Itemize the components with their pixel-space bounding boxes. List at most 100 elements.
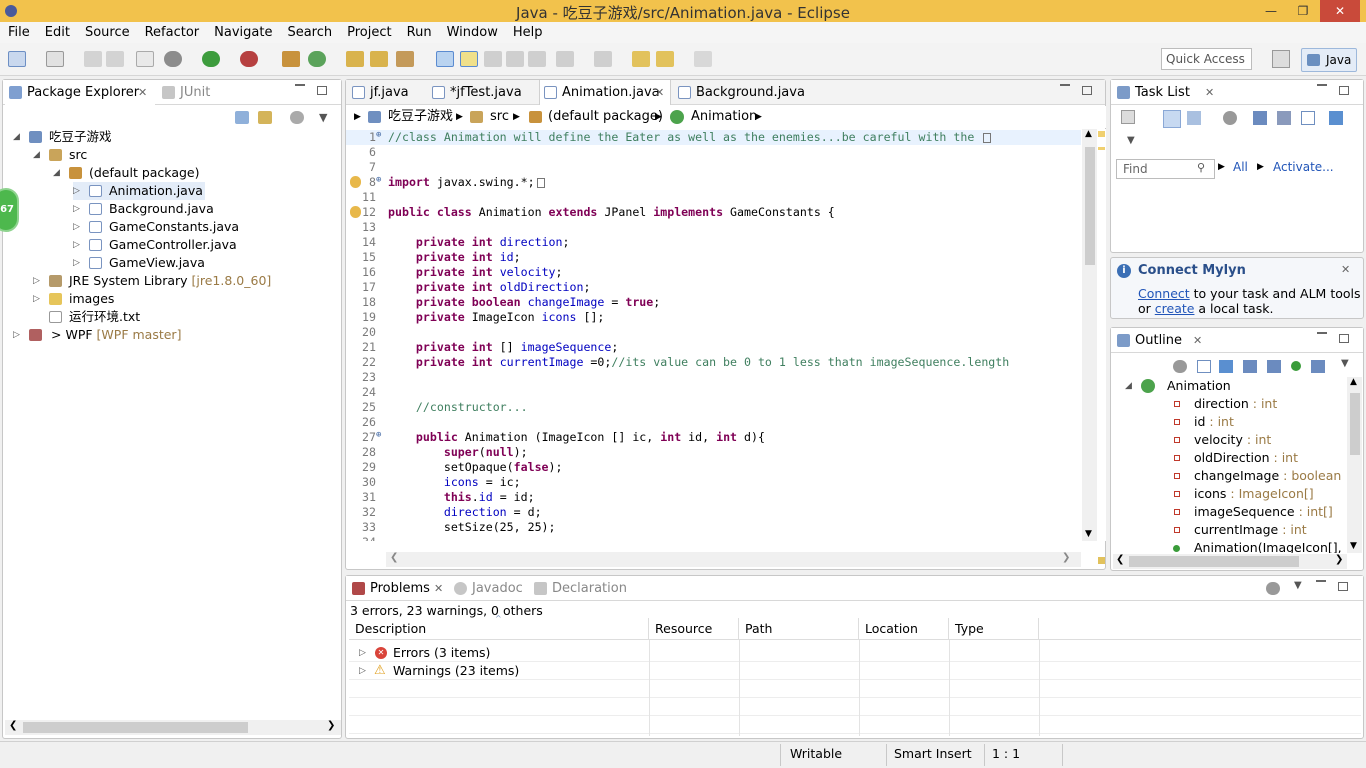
view-menu-icon[interactable]: ▼ [1127,135,1135,146]
status-insert-mode[interactable]: Smart Insert [894,746,972,761]
menu-navigate[interactable]: Navigate [214,22,272,43]
vertical-scrollbar[interactable]: ▲ ▼ [1082,129,1097,541]
external-tools-icon[interactable] [240,51,258,67]
focus-icon[interactable] [1266,582,1280,595]
overview-ruler[interactable] [1097,129,1106,564]
code-line[interactable]: 13 [346,220,1081,235]
scroll-down-icon[interactable]: ▼ [1085,529,1092,539]
java-perspective-button[interactable]: Java [1301,48,1357,72]
tab-task-list[interactable]: Task List ✕ [1113,80,1219,105]
scroll-up-icon[interactable]: ▲ [1085,129,1092,139]
outline-field-item[interactable]: direction : int [1169,395,1277,413]
fold-toggle-icon[interactable]: ⊕ [376,175,381,185]
tab-jftest-java[interactable]: *jfTest.java [428,80,522,105]
code-line[interactable]: 18 private boolean changeImage = true; [346,295,1081,310]
code-line[interactable]: 26 [346,415,1081,430]
menu-window[interactable]: Window [447,22,498,43]
focus-icon[interactable] [1173,360,1187,373]
all-link[interactable]: All [1233,160,1248,174]
code-line[interactable]: 8 import javax.swing.*; ⊕ [346,175,1081,190]
code-line[interactable]: 16 private int velocity; [346,265,1081,280]
tree-item-jre[interactable]: ▷ JRE System Library [jre1.8.0_60] [33,272,271,290]
code-line[interactable]: 31 this.id = id; [346,490,1081,505]
breadcrumb-class[interactable]: Animation [691,106,757,128]
menu-source[interactable]: Source [85,22,130,43]
scroll-left-icon[interactable]: ❮ [9,720,17,731]
last-edit-location-icon[interactable] [632,51,650,67]
code-line[interactable]: 22 private int currentImage =0;//its val… [346,355,1081,370]
tab-background-java[interactable]: Background.java [674,80,805,105]
code-line[interactable]: 1 //class Animation will define the Eater… [346,130,1081,145]
back-icon[interactable] [656,51,674,67]
hide-local-types-icon[interactable] [1311,360,1325,373]
code-line[interactable]: 17 private int oldDirection; [346,280,1081,295]
focus-on-active-task-icon[interactable] [290,111,304,124]
outline-field-item[interactable]: changeImage : boolean [1169,467,1341,485]
code-line[interactable]: 27 public Animation (ImageIcon [] ic, in… [346,430,1081,445]
warning-icon[interactable] [350,206,361,218]
view-menu-icon[interactable]: ▼ [1294,580,1302,591]
outline-horizontal-scrollbar[interactable]: ❮ ❯ [1113,554,1347,569]
menu-run[interactable]: Run [407,22,432,43]
maximize-icon[interactable] [1339,334,1349,343]
collapse-all-icon[interactable] [235,111,249,124]
scroll-left-icon[interactable]: ❮ [1116,554,1124,565]
toggle-mark-occurrences-icon[interactable] [436,51,454,67]
minimize-icon[interactable] [1317,84,1327,86]
code-line[interactable]: 28 super(null); [346,445,1081,460]
scrollbar-thumb[interactable] [1085,147,1095,265]
connect-link[interactable]: Connect [1138,286,1190,301]
code-line[interactable]: 30 icons = ic; [346,475,1081,490]
tree-item-file[interactable]: ▷ GameConstants.java [73,218,239,236]
code-line[interactable]: 32 direction = d; [346,505,1081,520]
code-line[interactable]: 23 [346,370,1081,385]
code-line[interactable]: 14 private int direction; [346,235,1081,250]
minimize-icon[interactable] [1316,580,1326,582]
focus-icon[interactable] [1223,111,1237,125]
tab-declaration[interactable]: Declaration [530,576,627,601]
close-icon[interactable]: ✕ [434,576,443,601]
folded-code-icon[interactable] [536,177,545,188]
collapse-all-icon[interactable] [1301,111,1315,125]
tree-item-src[interactable]: ◢ src [33,146,87,164]
minimize-icon[interactable] [1317,332,1327,334]
word-wrap-icon[interactable] [506,51,524,67]
outline-field-item[interactable]: id : int [1169,413,1234,431]
forward-icon[interactable] [694,51,712,67]
create-link[interactable]: create [1155,301,1195,316]
collapse-all-icon[interactable] [1197,360,1211,373]
warning-marker[interactable] [1098,557,1105,564]
tab-animation-java[interactable]: Animation.java ✕ [539,80,671,105]
scroll-up-icon[interactable]: ▲ [1350,377,1357,387]
debug-icon[interactable] [164,51,182,67]
scrollbar-thumb[interactable] [1129,556,1299,567]
code-line[interactable]: 15 private int id; [346,250,1081,265]
table-row[interactable]: ▷ ⚠ Warnings (23 items) [349,662,1361,680]
breadcrumb-package[interactable]: (default package) [548,106,663,128]
open-type-icon[interactable] [46,51,64,67]
scrollbar-thumb[interactable] [23,722,248,733]
new-icon[interactable] [8,51,26,67]
minimize-icon[interactable] [1060,84,1070,86]
menu-help[interactable]: Help [513,22,543,43]
outline-field-item[interactable]: icons : ImageIcon[] [1169,485,1314,503]
block-selection-icon[interactable] [484,51,502,67]
code-line[interactable]: 20 [346,325,1081,340]
code-line[interactable]: 34 [346,535,1081,541]
hide-non-public-icon[interactable] [1291,361,1301,371]
folded-code-icon[interactable] [983,132,992,143]
maximize-icon[interactable] [1082,86,1092,95]
code-line[interactable]: 21 private int [] imageSequence; [346,340,1081,355]
sort-icon[interactable] [1219,360,1233,373]
tree-item-file[interactable]: ▷ Animation.java [73,182,205,200]
tab-problems[interactable]: Problems ✕ [348,576,448,601]
tree-item-project[interactable]: ◢ 吃豆子游戏 [13,128,112,146]
column-path[interactable]: Path [739,618,859,640]
new-task-icon[interactable] [1121,110,1135,124]
open-task-icon[interactable] [370,51,388,67]
categorized-icon[interactable] [1163,110,1181,128]
column-resource[interactable]: Resource [649,618,739,640]
code-line[interactable]: 7 [346,160,1081,175]
save-icon[interactable] [84,51,102,67]
outline-field-item[interactable]: Animation(ImageIcon[], in [1169,539,1345,553]
